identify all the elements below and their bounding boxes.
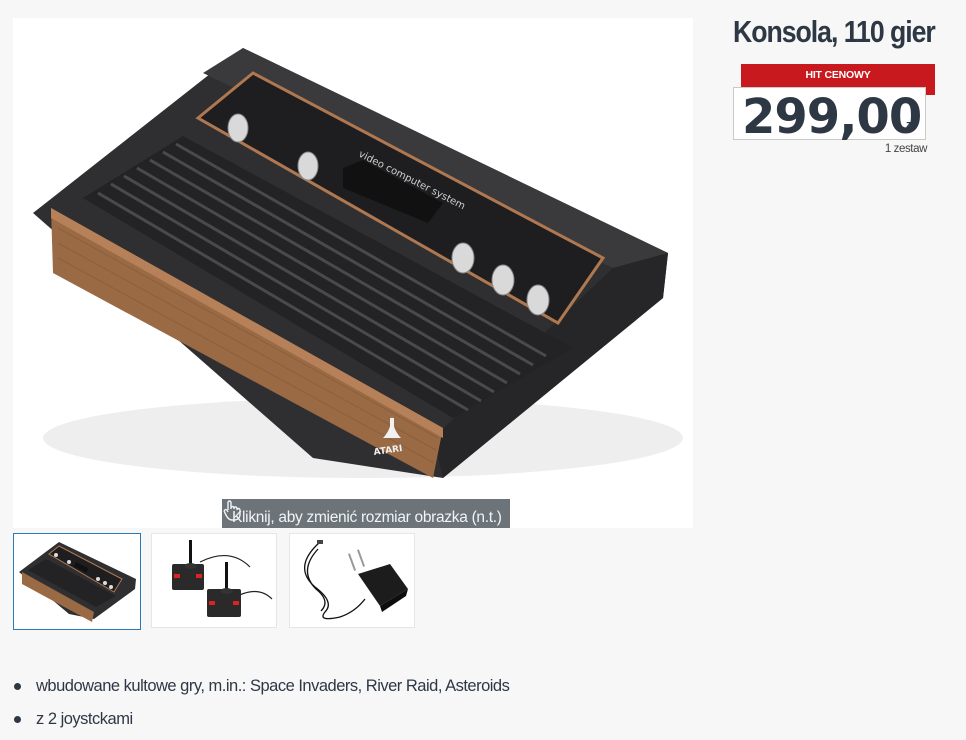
- price-unit: 1 zestaw: [884, 143, 928, 155]
- thumb-joysticks[interactable]: [151, 533, 277, 628]
- thumb-console[interactable]: [13, 533, 141, 630]
- product-title: Konsola, 110 gier: [733, 14, 936, 49]
- feature-item: z 2 joystckami: [14, 707, 509, 740]
- feature-text: wbudowane kultowe gry, m.in.: Space Inva…: [36, 677, 510, 695]
- price-currency: zł: [906, 119, 915, 131]
- zoom-hint[interactable]: Kliknij, aby zmienić rozmiar obrazka (n.…: [222, 499, 510, 528]
- bullet-icon: [14, 683, 21, 690]
- feature-item: wbudowane kultowe gry, m.in.: Space Inva…: [14, 674, 510, 707]
- price-box: 299,00 zł: [733, 87, 926, 145]
- price-value: 299,00: [742, 89, 922, 145]
- console-photo: video computer system ATARI: [33, 48, 683, 478]
- console-thumbnail-image: [19, 542, 136, 622]
- joysticks-thumbnail-image: [172, 540, 273, 617]
- feature-text: z 2 joystckami: [36, 710, 133, 728]
- main-product-image[interactable]: video computer system ATARI Kliknij, aby…: [13, 18, 693, 528]
- hand-pointer-icon: [223, 500, 241, 521]
- zoom-hint-label: Kliknij, aby zmienić rozmiar obrazka (n.…: [232, 508, 502, 526]
- feature-list: wbudowane kultowe gry, m.in.: Space Inva…: [14, 674, 510, 740]
- thumb-power-adapter[interactable]: [289, 533, 415, 628]
- bullet-icon: [14, 716, 21, 723]
- power-adapter-thumbnail-image: [304, 540, 408, 620]
- thumbnail-strip: [13, 533, 427, 630]
